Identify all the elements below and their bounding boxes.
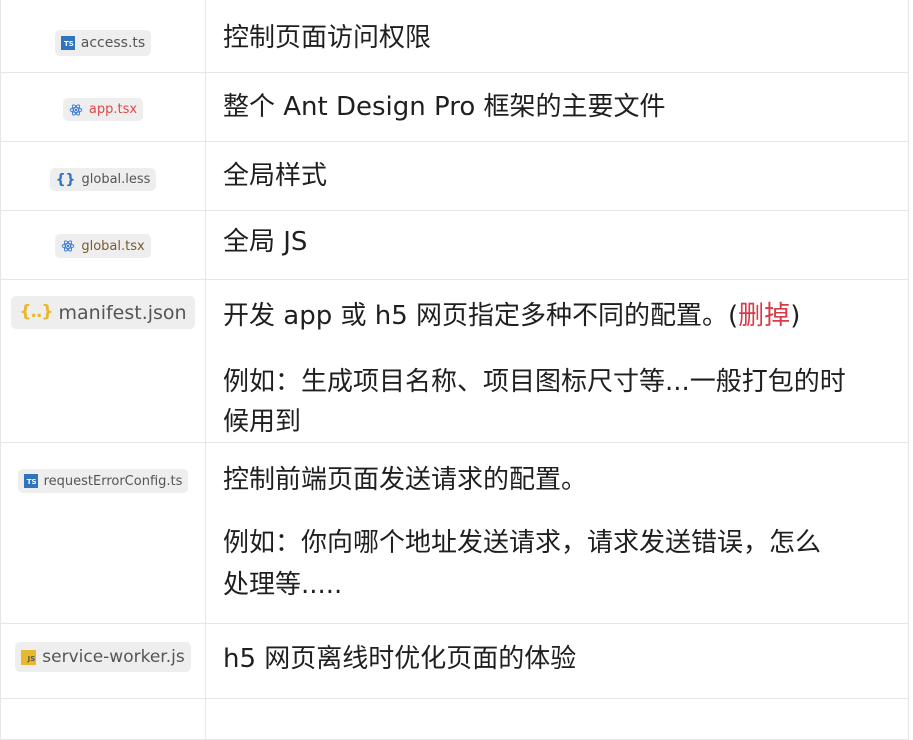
file-chip: {} global.less [49, 168, 157, 191]
description-text-part: 开发 app 或 h5 网页指定多种不同的配置。( [223, 301, 739, 331]
file-description-table: TS access.ts 控制页面访问权限 app.tsx 整个 Ant Des… [0, 0, 909, 740]
table-row: JS service-worker.js h5 网页离线时优化页面的体验 [0, 623, 909, 699]
table-row: {} global.less 全局样式 [0, 141, 909, 211]
file-name: manifest.json [58, 301, 187, 324]
detail-text: 例如：你向哪个地址发送请求，请求发送错误，怎么 [223, 528, 822, 558]
file-cell: TS requestErrorConfig.ts [0, 442, 206, 624]
description-cell: 全局样式 [205, 141, 909, 211]
file-cell: app.tsx [0, 72, 206, 142]
file-chip: TS access.ts [54, 30, 152, 56]
braces-icon: {} [55, 171, 76, 188]
description-cell [205, 698, 909, 740]
description-text: 控制前端页面发送请求的配置。 [223, 465, 588, 495]
table-row: {..} manifest.json 开发 app 或 h5 网页指定多种不同的… [0, 279, 909, 443]
description-text: h5 网页离线时优化页面的体验 [223, 644, 577, 674]
file-cell: global.tsx [0, 210, 206, 280]
js-icon: JS [21, 649, 37, 665]
file-cell: {..} manifest.json [0, 279, 206, 443]
table-row: TS access.ts 控制页面访问权限 [0, 0, 909, 73]
description-cell: 开发 app 或 h5 网页指定多种不同的配置。(删掉) 例如：生成项目名称、项… [205, 279, 909, 443]
file-name: global.tsx [81, 238, 145, 254]
file-cell: {} global.less [0, 141, 206, 211]
react-icon [61, 239, 75, 253]
table-row [0, 698, 909, 740]
file-name: app.tsx [88, 102, 138, 117]
description-text: 开发 app 或 h5 网页指定多种不同的配置。(删掉) [223, 296, 908, 336]
detail-text: 处理等..... [223, 570, 343, 600]
file-chip: TS requestErrorConfig.ts [17, 469, 189, 493]
file-chip: JS service-worker.js [15, 642, 191, 672]
file-name: global.less [81, 172, 151, 187]
delete-highlight: 删掉 [738, 301, 791, 331]
json-icon: {..} [19, 302, 53, 322]
table-row: TS requestErrorConfig.ts 控制前端页面发送请求的配置。 … [0, 442, 909, 624]
file-chip: {..} manifest.json [11, 296, 195, 329]
file-name: requestErrorConfig.ts [43, 473, 183, 489]
description-text: 整个 Ant Design Pro 框架的主要文件 [223, 92, 666, 122]
react-icon [69, 103, 83, 117]
description-cell: 控制页面访问权限 [205, 0, 909, 73]
file-chip: app.tsx [62, 98, 144, 121]
file-cell: JS service-worker.js [0, 623, 206, 699]
description-text: 全局样式 [223, 161, 328, 191]
file-name: access.ts [80, 35, 146, 51]
file-name: service-worker.js [42, 647, 185, 667]
description-cell: 整个 Ant Design Pro 框架的主要文件 [205, 72, 909, 142]
description-cell: 全局 JS [205, 210, 909, 280]
file-cell [0, 698, 206, 740]
ts-icon: TS [60, 36, 75, 50]
description-text: 控制页面访问权限 [223, 23, 432, 53]
description-cell: 控制前端页面发送请求的配置。 例如：你向哪个地址发送请求，请求发送错误，怎么 处… [205, 442, 909, 624]
description-cell: h5 网页离线时优化页面的体验 [205, 623, 909, 699]
detail-text: 例如：生成项目名称、项目图标尺寸等...一般打包的时 [223, 367, 846, 397]
ts-icon: TS [23, 474, 38, 488]
table-row: app.tsx 整个 Ant Design Pro 框架的主要文件 [0, 72, 909, 142]
file-cell: TS access.ts [0, 0, 206, 73]
file-chip: global.tsx [55, 234, 151, 258]
detail-text: 候用到 [223, 407, 302, 437]
description-text-part: ) [790, 301, 801, 331]
table-row: global.tsx 全局 JS [0, 210, 909, 280]
description-text: 全局 JS [223, 227, 308, 257]
